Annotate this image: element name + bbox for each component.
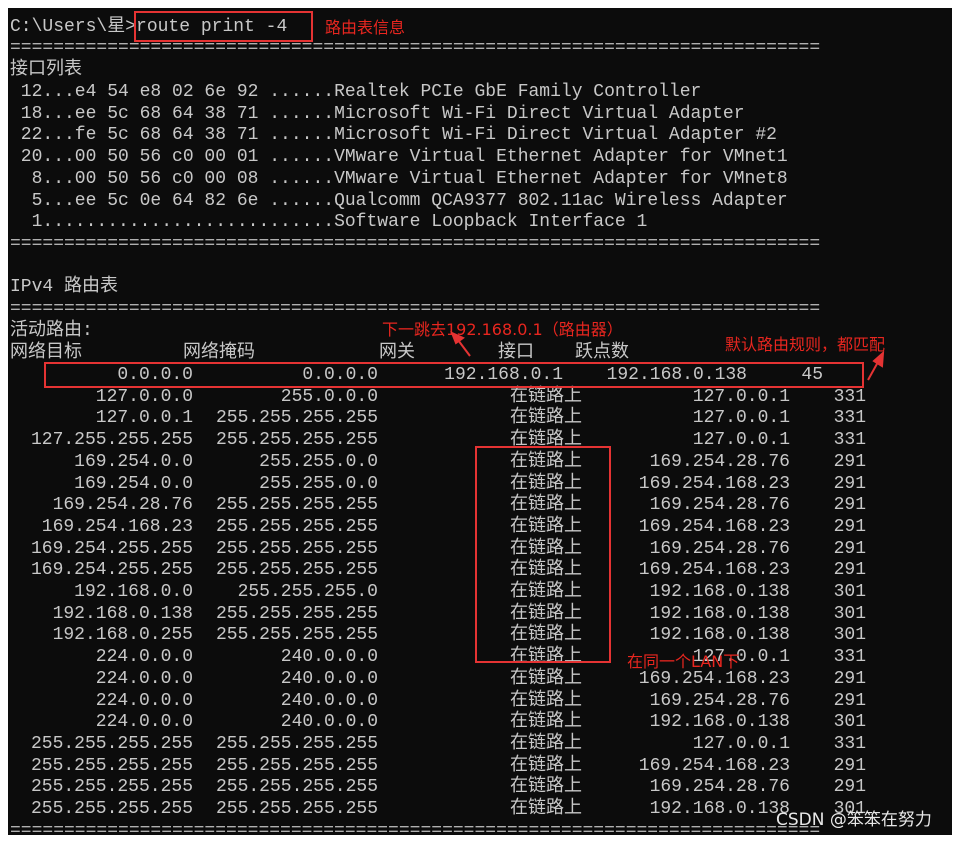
arrow-icon (450, 331, 471, 357)
watermark: CSDN @笨笨在努力 (776, 810, 932, 830)
arrow-icon (867, 350, 885, 381)
annotation-arrows (450, 331, 885, 381)
